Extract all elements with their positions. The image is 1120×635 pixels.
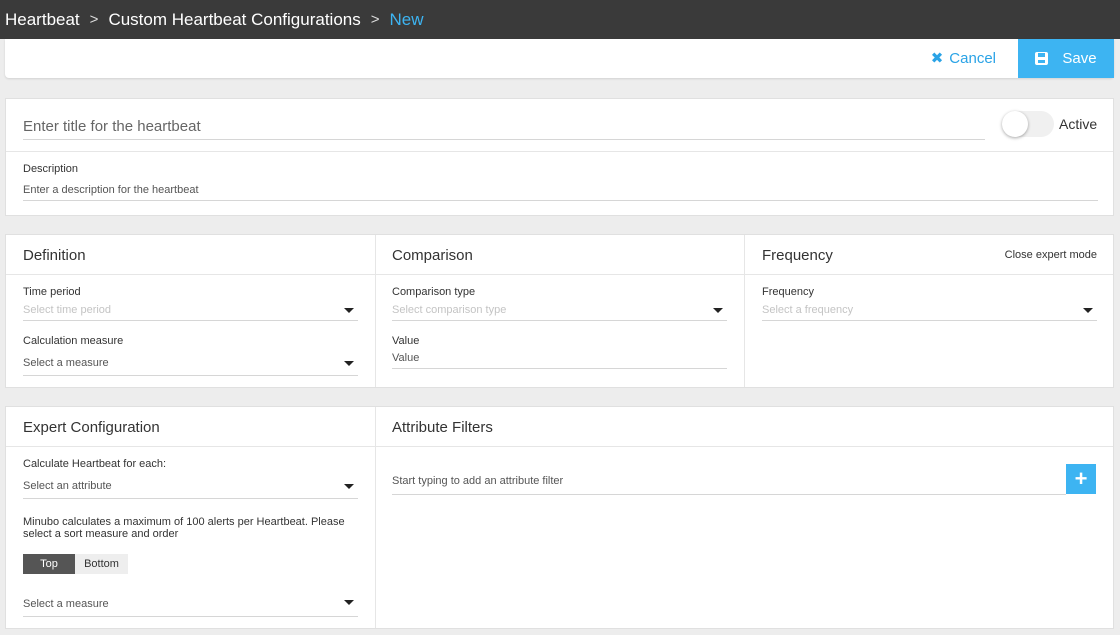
frequency-label: Frequency <box>762 286 814 298</box>
max-alerts-note: Minubo calculates a maximum of 100 alert… <box>23 516 345 540</box>
chevron-down-icon <box>713 308 723 313</box>
comparison-type-placeholder: Select comparison type <box>392 303 507 316</box>
time-period-select[interactable]: Select time period <box>23 299 358 321</box>
settings-card: Definition Time period Select time perio… <box>5 234 1114 388</box>
definition-title: Definition <box>23 247 86 264</box>
chevron-down-icon <box>344 484 354 489</box>
heartbeat-details-card: Active Description Enter a description f… <box>5 98 1114 216</box>
time-period-placeholder: Select time period <box>23 303 112 316</box>
attribute-filters-title: Attribute Filters <box>392 419 493 436</box>
description-field[interactable]: Enter a description for the heartbeat <box>23 179 1098 201</box>
save-button[interactable]: Save <box>1018 39 1114 78</box>
description-label: Description <box>23 163 79 175</box>
comparison-type-select[interactable]: Select comparison type <box>392 299 727 321</box>
plus-icon: + <box>1074 466 1088 491</box>
breadcrumb-item-heartbeat[interactable]: Heartbeat <box>5 10 80 30</box>
cancel-label: Cancel <box>949 49 996 67</box>
breadcrumb-separator-icon: > <box>89 11 99 28</box>
frequency-title: Frequency <box>762 247 833 264</box>
section-header-row <box>6 235 1113 275</box>
frequency-select[interactable]: Select a frequency <box>762 299 1097 321</box>
comparison-title: Comparison <box>392 247 473 264</box>
value-input[interactable]: Value <box>392 347 727 369</box>
calculation-measure-label: Calculation measure <box>23 335 124 347</box>
order-top-button[interactable]: Top <box>23 554 75 574</box>
action-bar: ✖ Cancel Save <box>5 39 1114 78</box>
calculate-for-each-label: Calculate Heartbeat for each: <box>23 458 167 470</box>
divider <box>744 235 745 387</box>
attribute-filter-input[interactable]: Start typing to add an attribute filter <box>392 468 1066 495</box>
expert-card: Expert Configuration Calculate Heartbeat… <box>5 406 1114 629</box>
divider <box>6 151 1113 152</box>
attribute-placeholder: Select an attribute <box>23 479 112 492</box>
cancel-button[interactable]: ✖ Cancel <box>930 49 996 68</box>
attribute-select[interactable]: Select an attribute <box>23 473 358 499</box>
sort-order-toggle: Top Bottom <box>23 554 128 574</box>
chevron-down-icon <box>1083 308 1093 313</box>
breadcrumb-current: New <box>389 9 424 29</box>
chevron-down-icon <box>344 600 354 605</box>
comparison-type-label: Comparison type <box>392 286 476 298</box>
order-bottom-button[interactable]: Bottom <box>75 554 128 574</box>
time-period-label: Time period <box>23 286 81 298</box>
description-placeholder: Enter a description for the heartbeat <box>23 183 199 196</box>
add-attribute-filter-button[interactable]: + <box>1066 464 1096 494</box>
expert-configuration-title: Expert Configuration <box>23 419 160 436</box>
breadcrumb-item-custom-configurations[interactable]: Custom Heartbeat Configurations <box>108 10 360 30</box>
attribute-filter-placeholder: Start typing to add an attribute filter <box>392 475 564 487</box>
divider <box>375 235 376 387</box>
breadcrumb-separator-icon: > <box>370 11 380 28</box>
breadcrumb: Heartbeat > Custom Heartbeat Configurati… <box>0 0 1120 39</box>
chevron-down-icon <box>344 308 354 313</box>
value-label: Value <box>392 335 420 347</box>
value-placeholder: Value <box>392 351 420 364</box>
calculation-measure-select[interactable]: Select a measure <box>23 350 358 376</box>
divider <box>375 407 376 628</box>
floppy-disk-icon <box>1035 52 1049 65</box>
close-expert-mode-link[interactable]: Close expert mode <box>1005 249 1097 261</box>
sort-measure-select[interactable]: Select a measure <box>23 591 358 617</box>
chevron-down-icon <box>344 361 354 366</box>
save-label: Save <box>1062 50 1097 67</box>
section-header-row <box>6 407 1113 447</box>
toggle-knob <box>1002 111 1028 137</box>
frequency-placeholder: Select a frequency <box>762 303 854 316</box>
sort-measure-placeholder: Select a measure <box>23 597 109 610</box>
heartbeat-title-input[interactable] <box>23 114 985 140</box>
active-label: Active <box>1059 116 1098 132</box>
close-icon: ✖ <box>930 50 944 67</box>
active-toggle[interactable] <box>1002 111 1054 137</box>
calculation-measure-placeholder: Select a measure <box>23 356 109 369</box>
